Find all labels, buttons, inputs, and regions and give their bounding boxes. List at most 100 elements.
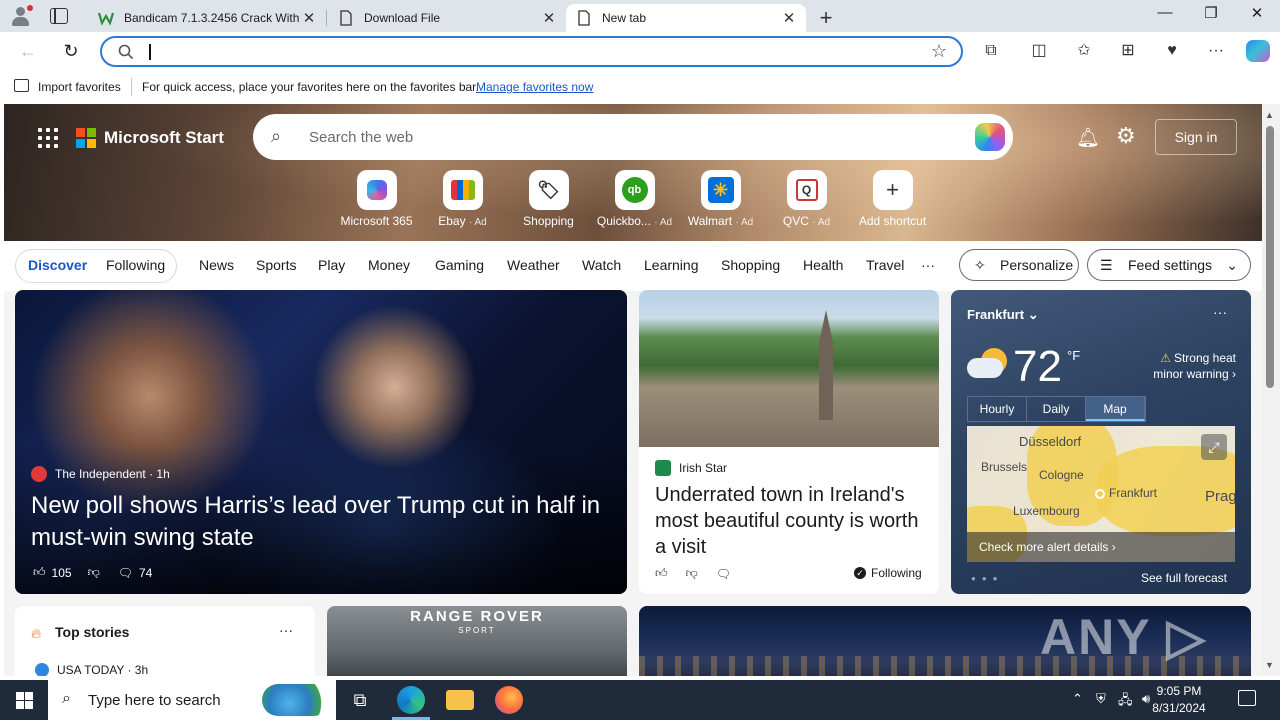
- clock[interactable]: 9:05 PM 8/31/2024: [1134, 683, 1224, 717]
- story-headline[interactable]: Underrated town in Ireland's most beauti…: [655, 482, 925, 560]
- tab-bandicam[interactable]: Bandicam 7.1.3.2456 Crack With S ✕: [88, 4, 326, 32]
- address-input[interactable]: [152, 42, 912, 62]
- thumbs-down-icon[interactable]: 👎︎: [88, 565, 100, 580]
- scrollbar-thumb[interactable]: [1266, 126, 1274, 388]
- extensions-icon[interactable]: ⧉: [978, 39, 1004, 63]
- ad-card[interactable]: RANGE ROVER SPORT: [327, 606, 627, 676]
- security-icon[interactable]: ⛨: [1096, 691, 1106, 707]
- tab-following[interactable]: Following: [106, 257, 165, 273]
- nav-travel[interactable]: Travel: [866, 257, 904, 273]
- close-window-button[interactable]: ✕: [1234, 4, 1280, 28]
- settings-more-icon[interactable]: ···: [1203, 39, 1229, 63]
- thumbs-up-icon[interactable]: 👍︎: [33, 565, 46, 580]
- comment-icon[interactable]: 🗨︎: [118, 566, 133, 580]
- notifications-icon[interactable]: [1238, 690, 1256, 706]
- shortcut-walmart[interactable]: ✳ Walmart · Ad: [678, 170, 763, 228]
- split-screen-icon[interactable]: ◫: [1026, 39, 1052, 63]
- shortcut-microsoft-365[interactable]: Microsoft 365: [334, 170, 419, 228]
- file-explorer-icon[interactable]: [446, 690, 474, 710]
- more-options-icon[interactable]: ···: [1213, 304, 1227, 320]
- page-scrollbar[interactable]: ▲ ▼: [1262, 104, 1280, 676]
- taskbar: ⌕ Type here to search ⧉ ⌃ ⛨ 🖧︎ 🔊︎ 9:05 P…: [0, 680, 1280, 720]
- shortcut-qvc[interactable]: Q QVC · Ad: [764, 170, 849, 228]
- nav-weather[interactable]: Weather: [507, 257, 560, 273]
- chevron-up-icon[interactable]: ⌃: [1072, 691, 1083, 707]
- network-icon[interactable]: 🖧︎: [1118, 691, 1133, 713]
- close-tab-icon[interactable]: ✕: [782, 9, 796, 27]
- personalize-button[interactable]: ✧ Personalize: [959, 249, 1079, 281]
- feed-settings-button[interactable]: ☰ Feed settings ⌄: [1087, 249, 1251, 281]
- temperature-unit[interactable]: °F: [1067, 348, 1080, 363]
- nav-play[interactable]: Play: [318, 257, 345, 273]
- profile-icon[interactable]: [10, 5, 33, 26]
- tab-divider: [326, 10, 327, 26]
- weather-tab-daily[interactable]: Daily: [1027, 397, 1086, 421]
- nav-news[interactable]: News: [199, 257, 234, 273]
- weather-city[interactable]: Frankfurt ⌄: [967, 307, 1039, 323]
- see-full-forecast-link[interactable]: See full forecast: [1141, 571, 1227, 585]
- manage-favorites-link[interactable]: Manage favorites now: [476, 80, 593, 94]
- sign-in-button[interactable]: Sign in: [1155, 119, 1237, 155]
- main-story-card[interactable]: The Independent · 1h New poll shows Harr…: [15, 290, 627, 594]
- back-button[interactable]: ←: [15, 39, 41, 63]
- weather-map[interactable]: Düsseldorf Brussels Cologne Luxembourg F…: [967, 426, 1235, 562]
- nav-health[interactable]: Health: [803, 257, 843, 273]
- nav-learning[interactable]: Learning: [644, 257, 699, 273]
- weather-card[interactable]: Frankfurt ⌄ ··· 72 °F ⚠ Strong heat minor…: [951, 290, 1251, 594]
- tab-download-file[interactable]: Download File ✕: [328, 4, 566, 32]
- nav-gaming[interactable]: Gaming: [435, 257, 484, 273]
- carousel-dots[interactable]: ●●●: [971, 574, 1004, 583]
- notifications-bell-icon[interactable]: 🔔︎: [1076, 126, 1100, 150]
- following-button[interactable]: ✓ Following: [854, 566, 922, 580]
- nav-sports[interactable]: Sports: [256, 257, 296, 273]
- collections-icon[interactable]: ⊞: [1115, 39, 1141, 63]
- nav-shopping[interactable]: Shopping: [721, 257, 780, 273]
- shortcut-quickbooks[interactable]: qb Quickbo... · Ad: [592, 170, 677, 228]
- expand-map-icon[interactable]: ⤢: [1201, 434, 1227, 460]
- restore-button[interactable]: ❐: [1188, 4, 1234, 28]
- weather-tab-hourly[interactable]: Hourly: [968, 397, 1027, 421]
- weather-tab-map[interactable]: Map: [1086, 397, 1145, 421]
- tab-discover[interactable]: Discover: [28, 257, 87, 273]
- copilot-icon[interactable]: [1246, 40, 1270, 62]
- nav-watch[interactable]: Watch: [582, 257, 621, 273]
- minimize-button[interactable]: —: [1142, 4, 1188, 28]
- scroll-up-icon[interactable]: ▲: [1265, 110, 1274, 120]
- favorite-star-icon[interactable]: ☆: [931, 41, 947, 62]
- thumbs-up-icon[interactable]: 👍︎: [655, 566, 668, 581]
- favorites-icon[interactable]: ✩: [1071, 39, 1097, 63]
- shortcut-ebay[interactable]: Ebay · Ad: [420, 170, 505, 228]
- thumbs-down-icon[interactable]: 👎︎: [686, 566, 698, 581]
- alert-details-link[interactable]: Check more alert details ›: [967, 532, 1235, 562]
- weather-alert[interactable]: ⚠ Strong heat minor warning ›: [1136, 350, 1236, 382]
- comment-icon[interactable]: 🗨︎: [716, 567, 731, 581]
- tab-new-tab[interactable]: New tab ✕: [566, 4, 806, 32]
- edge-icon[interactable]: [397, 686, 425, 714]
- side-story-card[interactable]: Irish Star Underrated town in Ireland's …: [639, 290, 939, 594]
- shortcut-shopping[interactable]: 🏷︎ Shopping: [506, 170, 591, 228]
- copilot-icon[interactable]: [975, 123, 1005, 151]
- taskbar-search[interactable]: ⌕ Type here to search: [48, 680, 336, 720]
- firefox-icon[interactable]: [495, 686, 523, 714]
- new-tab-button[interactable]: +: [815, 5, 837, 31]
- address-bar[interactable]: ☆: [100, 36, 963, 67]
- web-search-box[interactable]: ⌕ Search the web: [253, 114, 1013, 160]
- brand-name[interactable]: Microsoft Start: [104, 128, 224, 148]
- story-headline[interactable]: New poll shows Harris’s lead over Trump …: [31, 490, 611, 554]
- nav-more-button[interactable]: ···: [921, 257, 935, 273]
- app-launcher-icon[interactable]: [38, 128, 58, 148]
- top-stories-card[interactable]: 🔥︎ Top stories ··· USA TODAY · 3h: [15, 606, 315, 676]
- add-shortcut-button[interactable]: + Add shortcut: [850, 170, 935, 228]
- tab-actions-icon[interactable]: [50, 8, 68, 24]
- task-view-icon[interactable]: ⧉: [346, 686, 374, 714]
- scroll-down-icon[interactable]: ▼: [1265, 660, 1274, 670]
- more-options-icon[interactable]: ···: [279, 622, 293, 638]
- refresh-button[interactable]: ↻: [58, 39, 84, 63]
- start-button[interactable]: [0, 680, 48, 720]
- close-tab-icon[interactable]: ✕: [302, 9, 316, 27]
- close-tab-icon[interactable]: ✕: [542, 9, 556, 27]
- settings-gear-icon[interactable]: ⚙: [1116, 123, 1136, 149]
- browser-essentials-icon[interactable]: ♥: [1159, 39, 1185, 63]
- nav-money[interactable]: Money: [368, 257, 410, 273]
- import-favorites-button[interactable]: Import favorites: [38, 80, 121, 94]
